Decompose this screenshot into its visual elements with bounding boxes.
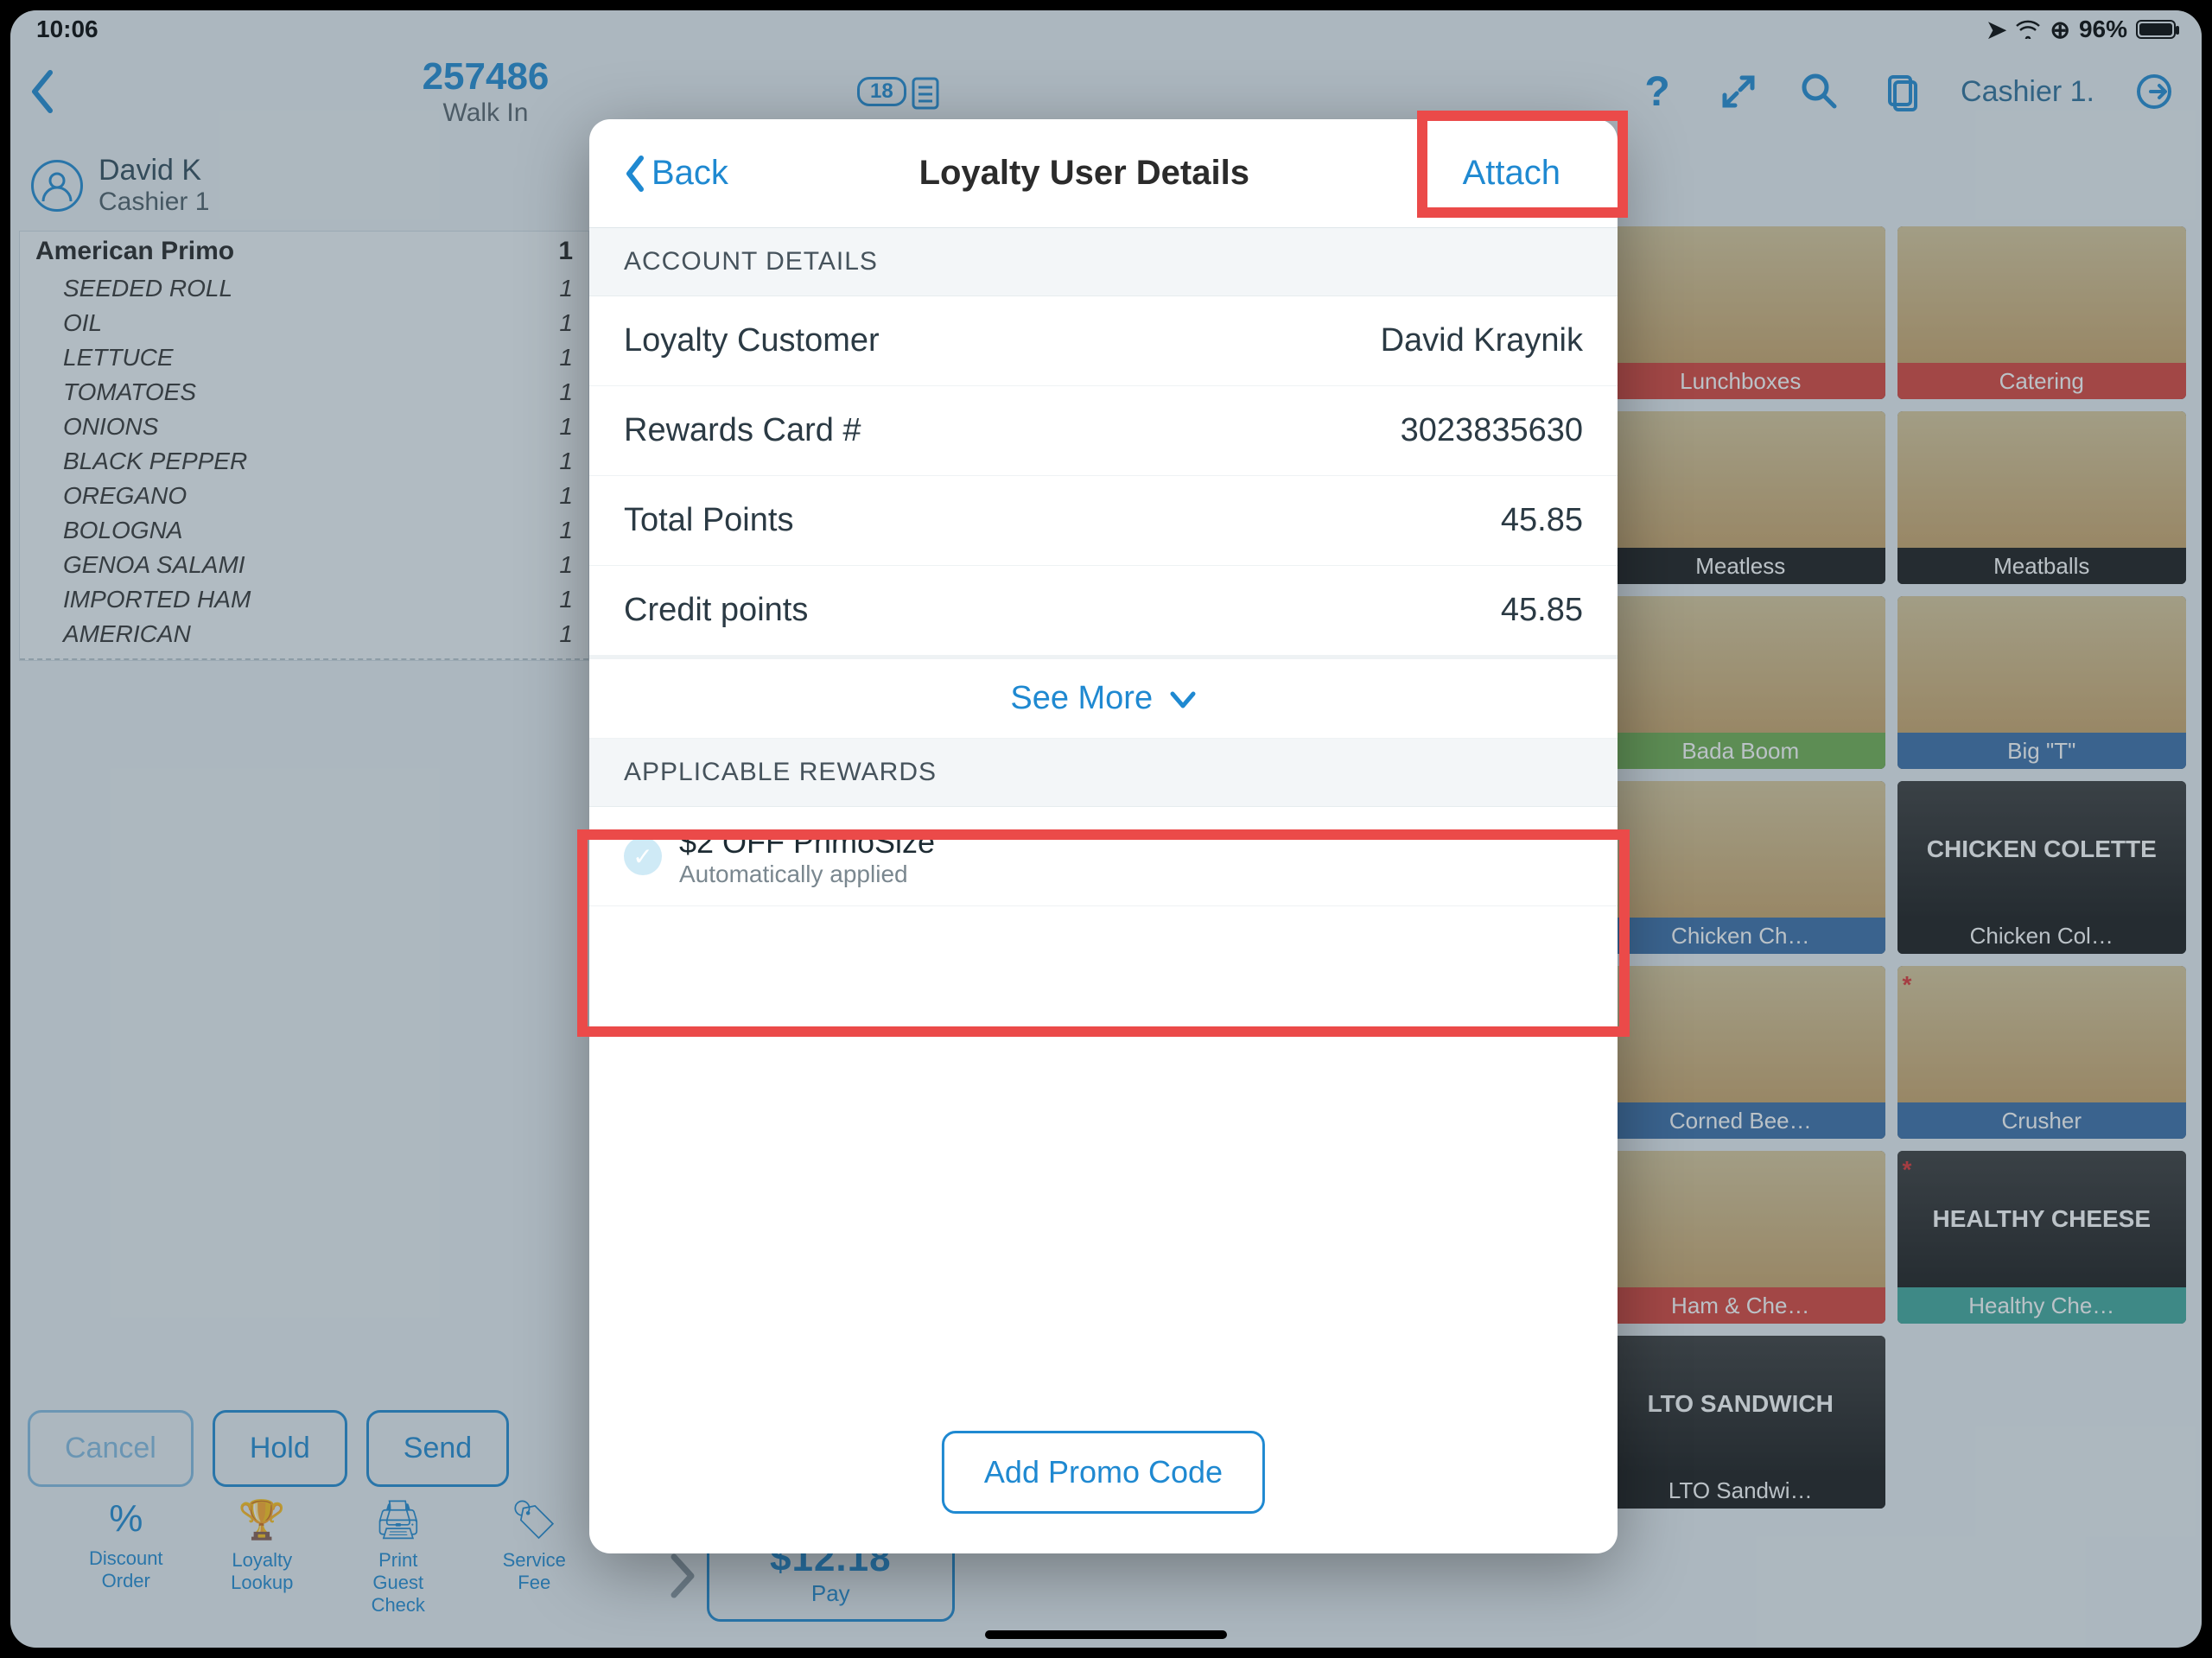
add-promo-code-button[interactable]: Add Promo Code: [942, 1431, 1265, 1514]
total-points-row: Total Points 45.85: [589, 476, 1618, 566]
row-value: 45.85: [1501, 592, 1583, 629]
modal-back-label: Back: [652, 154, 728, 193]
reward-row[interactable]: ✓ $2 OFF PrimoSize Automatically applied: [589, 807, 1618, 906]
rewards-card-row: Rewards Card # 3023835630: [589, 386, 1618, 476]
row-value: David Kraynik: [1381, 322, 1583, 359]
row-label: Total Points: [624, 502, 793, 539]
row-value: 45.85: [1501, 502, 1583, 539]
row-label: Rewards Card #: [624, 412, 861, 449]
reward-subtitle: Automatically applied: [679, 861, 935, 888]
row-value: 3023835630: [1401, 412, 1583, 449]
reward-title: $2 OFF PrimoSize: [679, 824, 935, 861]
account-details-header: ACCOUNT DETAILS: [589, 228, 1618, 296]
attach-button[interactable]: Attach: [1440, 137, 1583, 210]
loyalty-modal: Back Loyalty User Details Attach ACCOUNT…: [589, 119, 1618, 1553]
row-label: Loyalty Customer: [624, 322, 880, 359]
see-more-button[interactable]: See More: [589, 656, 1618, 739]
credit-points-row: Credit points 45.85: [589, 566, 1618, 656]
see-more-label: See More: [1010, 680, 1153, 716]
row-label: Credit points: [624, 592, 808, 629]
applicable-rewards-header: APPLICABLE REWARDS: [589, 739, 1618, 807]
modal-back-button[interactable]: Back: [624, 154, 728, 193]
check-icon: ✓: [624, 837, 662, 875]
loyalty-customer-row: Loyalty Customer David Kraynik: [589, 296, 1618, 386]
home-indicator: [985, 1630, 1227, 1639]
modal-title: Loyalty User Details: [919, 154, 1249, 193]
